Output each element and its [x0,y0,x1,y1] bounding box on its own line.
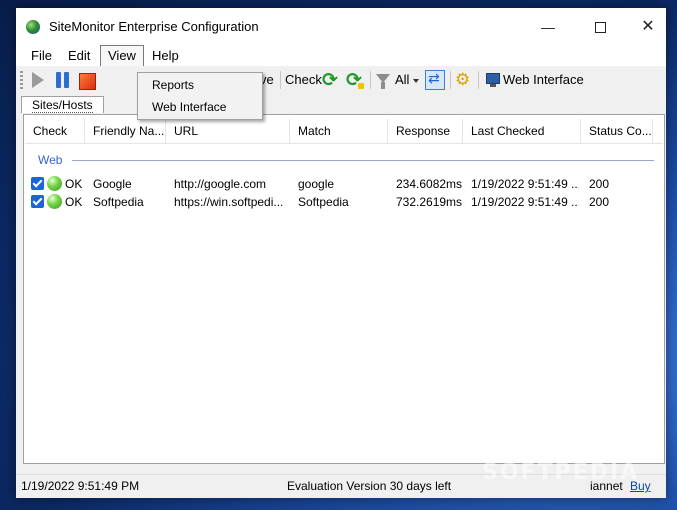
menu-view[interactable]: View [100,45,144,67]
column-header-match[interactable]: Match [290,119,388,143]
sites-grid: Check Friendly Na... URL Match Response … [23,114,665,464]
row-last-checked: 1/19/2022 9:51:49 ... [471,195,579,209]
gear-icon[interactable]: ⚙ [455,71,470,89]
menu-help[interactable]: Help [145,46,186,66]
auto-refresh-toggle-icon[interactable] [425,70,445,90]
minimize-button[interactable]: — [530,14,566,40]
view-menu-dropdown: Reports Web Interface [137,72,263,120]
maximize-icon [594,22,606,33]
tab-sites-hosts[interactable]: Sites/Hosts [21,96,104,113]
tab-sites-hosts-label: Sites/Hosts [32,98,93,113]
monitor-icon[interactable] [486,73,500,87]
filter-funnel-icon[interactable] [376,74,390,89]
row-checkbox[interactable] [31,195,44,208]
row-response: 234.6082ms [396,177,462,191]
row-status: OK [65,195,83,209]
column-header-friendly-name[interactable]: Friendly Na... [85,119,166,143]
group-divider [72,160,654,161]
toolbar-separator [478,71,479,89]
row-response: 732.2619ms [396,195,462,209]
check-button[interactable]: Check [285,72,322,87]
group-label: Web [38,153,63,167]
status-ok-icon [47,176,62,191]
menu-file[interactable]: File [24,46,59,66]
row-url: https://win.softpedi... [174,195,284,209]
row-friendly-name: Softpedia [93,195,144,209]
tab-strip: Sites/Hosts [16,94,666,114]
row-friendly-name: Google [93,177,132,191]
column-header-last-checked[interactable]: Last Checked [463,119,581,143]
filter-all-dropdown[interactable]: All [395,72,409,87]
check-selected-refresh-icon[interactable] [346,69,364,91]
menu-item-web-interface[interactable]: Web Interface [138,96,262,118]
app-globe-icon [26,20,40,34]
column-header-check[interactable]: Check [25,119,85,143]
row-checkbox[interactable] [31,177,44,190]
table-row[interactable]: OK Softpedia https://win.softpedi... Sof… [25,193,655,211]
column-header-response[interactable]: Response [388,119,463,143]
grid-header: Check Friendly Na... URL Match Response … [25,119,663,144]
table-row[interactable]: OK Google http://google.com google 234.6… [25,175,655,193]
row-status: OK [65,177,83,191]
stop-icon[interactable] [79,73,96,90]
toolbar-separator [280,71,281,89]
row-status-code: 200 [589,177,610,191]
status-evaluation: Evaluation Version 30 days left [287,479,452,493]
group-header-web[interactable]: Web [30,152,654,168]
web-interface-button[interactable]: Web Interface [503,72,584,87]
check-all-refresh-icon[interactable] [322,69,339,91]
title-bar: SiteMonitor Enterprise Configuration — ✕ [16,8,666,46]
status-ok-icon [47,194,62,209]
menu-edit[interactable]: Edit [61,46,97,66]
row-match: Softpedia [298,195,349,209]
toolbar-separator [450,71,451,89]
menu-bar: File Edit View Help [16,45,666,67]
main-window: SiteMonitor Enterprise Configuration — ✕… [16,8,666,498]
row-last-checked: 1/19/2022 9:51:49 ... [471,177,579,191]
chevron-down-icon[interactable] [413,79,419,83]
window-title: SiteMonitor Enterprise Configuration [49,19,259,34]
toolbar: move Check All ⚙ Web Interface [16,66,666,94]
maximize-button[interactable] [582,14,618,40]
close-button[interactable]: ✕ [630,14,666,40]
toolbar-separator [370,71,371,89]
play-icon[interactable] [32,72,44,88]
softpedia-watermark: SOFTPEDIA [482,460,640,485]
row-url: http://google.com [174,177,267,191]
toolbar-grip[interactable] [20,71,23,89]
row-match: google [298,177,335,191]
status-timestamp: 1/19/2022 9:51:49 PM [21,479,140,493]
column-header-status-code[interactable]: Status Co... [581,119,653,143]
row-status-code: 200 [589,195,610,209]
pause-icon[interactable] [56,72,70,88]
menu-item-reports[interactable]: Reports [138,74,262,96]
column-header-url[interactable]: URL [166,119,290,143]
